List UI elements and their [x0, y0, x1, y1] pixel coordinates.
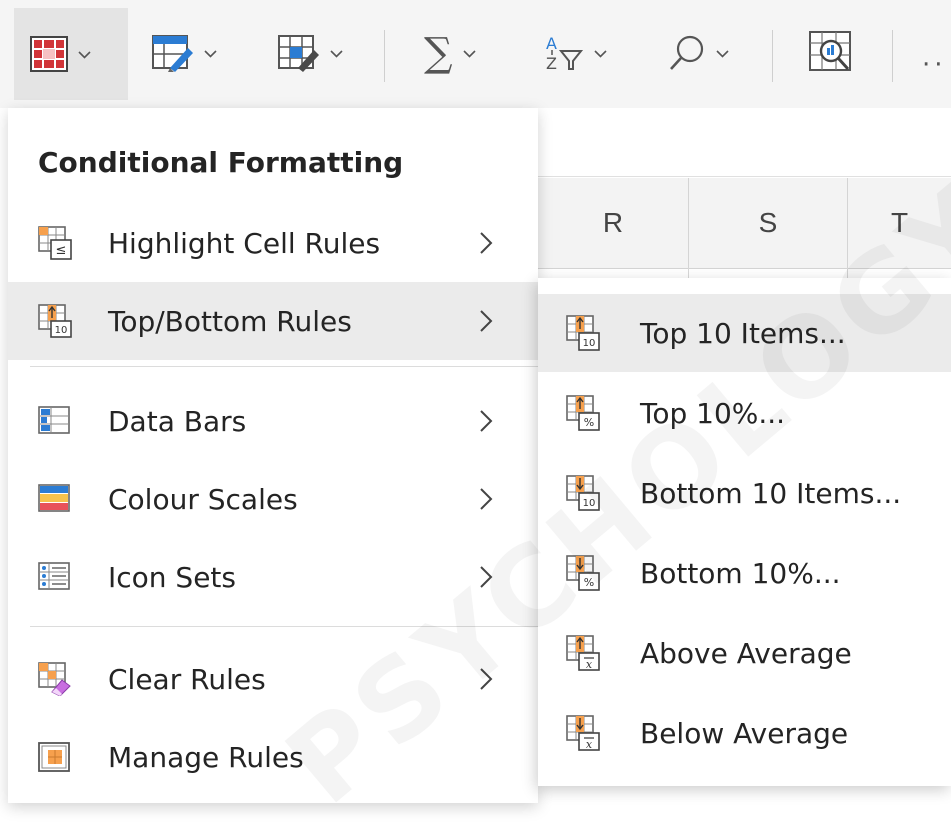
cell-styles-button[interactable]: [278, 14, 343, 92]
icon-sets-icon: [38, 562, 70, 590]
manage-rules-icon: [38, 742, 70, 772]
menu-item-label: Manage Rules: [108, 740, 304, 774]
svg-text:x: x: [586, 738, 593, 751]
cell-styles-icon: [278, 35, 319, 72]
column-header-r[interactable]: R: [538, 178, 689, 269]
chevron-right-icon: [480, 310, 493, 332]
submenu-item-label: Top 10 Items...: [640, 316, 846, 350]
submenu-item-label: Bottom 10%...: [640, 556, 841, 590]
ribbon-toolbar: ∑ A Z ··: [0, 0, 951, 109]
below-average-icon: x: [566, 715, 600, 751]
top-10-percent-icon: %: [566, 395, 600, 431]
svg-text:x: x: [586, 658, 593, 671]
svg-text:%: %: [584, 416, 594, 429]
submenu-item-top-10-items[interactable]: 10 Top 10 Items...: [538, 294, 951, 372]
svg-text:Z: Z: [546, 54, 557, 73]
chevron-down-icon: [716, 49, 729, 58]
chevron-down-icon: [462, 49, 476, 58]
menu-item-label: Top/Bottom Rules: [108, 304, 352, 338]
menu-divider: [30, 366, 538, 367]
menu-item-clear-rules[interactable]: Clear Rules: [8, 640, 538, 718]
clear-rules-icon: [38, 662, 71, 696]
top-bottom-rules-icon: 10: [38, 304, 72, 338]
menu-item-colour-scales[interactable]: Colour Scales: [8, 460, 538, 538]
chevron-down-icon: [78, 50, 91, 59]
chevron-right-icon: [480, 488, 493, 510]
menu-item-manage-rules[interactable]: Manage Rules: [8, 718, 538, 796]
chevron-down-icon: [594, 49, 607, 58]
find-select-icon: [670, 35, 704, 70]
menu-item-icon-sets[interactable]: Icon Sets: [8, 538, 538, 616]
colour-scales-icon: [38, 484, 70, 512]
svg-text:%: %: [584, 576, 594, 589]
menu-item-label: Icon Sets: [108, 560, 236, 594]
analyze-data-button[interactable]: [806, 14, 860, 92]
submenu-item-label: Bottom 10 Items...: [640, 476, 902, 510]
submenu-item-label: Top 10%...: [640, 396, 786, 430]
above-average-icon: x: [566, 635, 600, 671]
menu-item-label: Data Bars: [108, 404, 247, 438]
conditional-formatting-button[interactable]: [14, 8, 128, 100]
column-header-t[interactable]: T: [848, 178, 951, 269]
ribbon-separator: [892, 30, 893, 82]
find-select-button[interactable]: [668, 14, 729, 92]
submenu-item-label: Above Average: [640, 636, 852, 670]
menu-title: Conditional Formatting: [38, 146, 404, 179]
chevron-right-icon: [480, 668, 493, 690]
top-bottom-rules-submenu: 10 Top 10 Items... % Top 10%... 10 Botto…: [538, 278, 951, 786]
conditional-formatting-icon: [30, 36, 68, 72]
menu-item-label: Colour Scales: [108, 482, 298, 516]
submenu-item-above-average[interactable]: x Above Average: [538, 614, 951, 692]
ribbon-separator: [772, 30, 773, 82]
menu-item-data-bars[interactable]: Data Bars: [8, 382, 538, 460]
more-options-icon[interactable]: ··: [922, 50, 947, 80]
format-as-table-icon: [152, 35, 193, 72]
sort-filter-icon: A Z: [546, 34, 584, 73]
analyze-data-icon: [809, 31, 851, 71]
menu-divider: [30, 626, 538, 627]
top-10-items-icon: 10: [566, 315, 600, 351]
column-header-s[interactable]: S: [689, 178, 848, 269]
menu-item-highlight-cell-rules[interactable]: ≤ Highlight Cell Rules: [8, 204, 538, 282]
svg-text:10: 10: [55, 325, 68, 336]
chevron-right-icon: [480, 232, 493, 254]
menu-item-label: Clear Rules: [108, 662, 266, 696]
bottom-10-items-icon: 10: [566, 475, 600, 511]
submenu-item-bottom-10-percent[interactable]: % Bottom 10%...: [538, 534, 951, 612]
chevron-right-icon: [480, 566, 493, 588]
submenu-item-below-average[interactable]: x Below Average: [538, 694, 951, 772]
sort-filter-button[interactable]: A Z: [544, 14, 607, 92]
formula-bar[interactable]: [538, 108, 951, 177]
format-as-table-button[interactable]: [152, 14, 217, 92]
menu-item-top-bottom-rules[interactable]: 10 Top/Bottom Rules: [8, 282, 538, 360]
conditional-formatting-menu: Conditional Formatting ≤ Highlight Cell …: [8, 108, 538, 803]
autosum-button[interactable]: ∑: [424, 14, 476, 92]
svg-text:10: 10: [583, 498, 596, 509]
chevron-down-icon: [330, 49, 343, 58]
menu-item-label: Highlight Cell Rules: [108, 226, 381, 260]
autosum-icon: ∑: [424, 30, 453, 76]
chevron-right-icon: [480, 410, 493, 432]
data-bars-icon: [38, 406, 70, 434]
submenu-item-label: Below Average: [640, 716, 849, 750]
ribbon-separator: [384, 30, 385, 82]
submenu-item-bottom-10-items[interactable]: 10 Bottom 10 Items...: [538, 454, 951, 532]
chevron-down-icon: [204, 49, 217, 58]
submenu-item-top-10-percent[interactable]: % Top 10%...: [538, 374, 951, 452]
svg-text:10: 10: [583, 338, 596, 349]
bottom-10-percent-icon: %: [566, 555, 600, 591]
svg-text:≤: ≤: [56, 243, 67, 258]
highlight-cell-rules-icon: ≤: [38, 226, 72, 260]
